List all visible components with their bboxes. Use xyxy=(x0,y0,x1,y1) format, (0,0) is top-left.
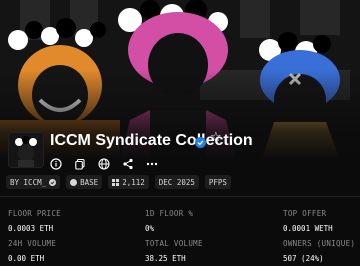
globe-icon[interactable] xyxy=(98,155,110,170)
more-icon[interactable] xyxy=(146,155,158,167)
base-chain-icon xyxy=(70,178,78,186)
top-offer-stat: TOP OFFER 0.0001 WETH xyxy=(283,209,360,233)
stat-label: TOP OFFER xyxy=(283,209,327,218)
stat-value: 0% xyxy=(145,224,155,233)
grid-icon xyxy=(112,178,120,186)
date-label: DEC 2025 xyxy=(158,177,195,187)
stat-label: OWNERS (UNIQUE) xyxy=(283,239,356,248)
verified-badge-icon xyxy=(195,133,206,148)
stat-label: 1D FLOOR % xyxy=(145,209,194,218)
favorite-star-icon[interactable]: ☆ xyxy=(210,131,222,145)
info-icon[interactable] xyxy=(50,155,62,170)
category-label: PFPS xyxy=(208,177,227,187)
volume-24h-stat: 24H VOLUME 0.00 ETH xyxy=(8,239,118,263)
chain-tag[interactable]: BASE xyxy=(66,175,103,189)
stat-value: 0.00 ETH xyxy=(8,254,45,263)
collection-title: ICCM Syndicate Collection xyxy=(50,132,253,149)
stat-value: 38.25 ETH xyxy=(145,254,186,263)
stat-label: 24H VOLUME xyxy=(8,239,57,248)
creator-label: BY ICCM_ xyxy=(10,177,47,187)
floor-change-stat: 1D FLOOR % 0% xyxy=(145,209,255,233)
share-icon[interactable] xyxy=(122,155,134,170)
stat-value: 0.0003 ETH xyxy=(8,224,54,233)
collection-header: ICCM Syndicate Collection ☆ xyxy=(0,128,360,170)
stat-label: TOTAL VOLUME xyxy=(145,239,203,248)
collection-stats: FLOOR PRICE 0.0003 ETH 1D FLOOR % 0% TOP… xyxy=(0,196,360,266)
items-count: 2,112 xyxy=(122,177,145,187)
date-tag: DEC 2025 xyxy=(154,175,199,189)
stat-value: 0.0001 WETH xyxy=(283,224,333,233)
copy-icon[interactable] xyxy=(74,155,86,170)
verified-small-icon xyxy=(49,178,57,186)
total-volume-stat: TOTAL VOLUME 38.25 ETH xyxy=(145,239,255,263)
items-count-tag: 2,112 xyxy=(108,175,149,189)
chain-label: BASE xyxy=(80,177,99,187)
collection-tags: BY ICCM_ BASE 2,112 DEC 2025 PFPS xyxy=(6,175,231,189)
collection-actions xyxy=(50,154,158,170)
category-tag[interactable]: PFPS xyxy=(204,175,231,189)
collection-avatar[interactable] xyxy=(8,132,44,168)
stat-label: FLOOR PRICE xyxy=(8,209,61,218)
owners-stat: OWNERS (UNIQUE) 507 (24%) xyxy=(283,239,360,263)
stat-value: 507 (24%) xyxy=(283,254,324,263)
floor-price-stat: FLOOR PRICE 0.0003 ETH xyxy=(8,209,118,233)
creator-tag[interactable]: BY ICCM_ xyxy=(6,175,61,189)
